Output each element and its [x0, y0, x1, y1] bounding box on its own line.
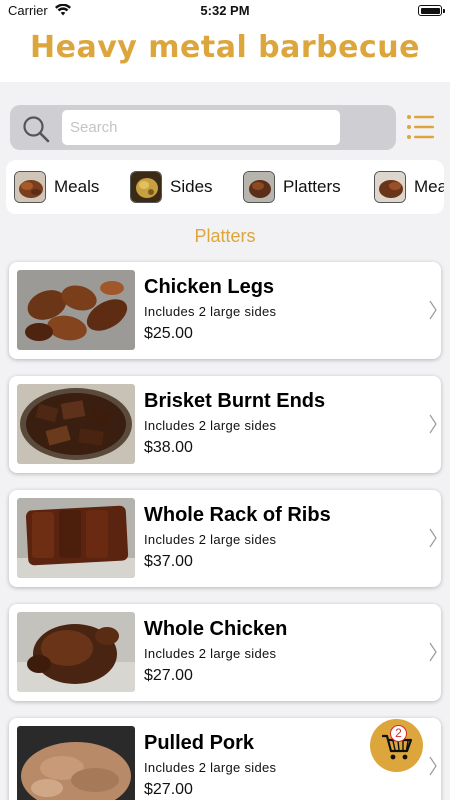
item-price: $27.00 — [144, 781, 193, 798]
menu-item-card[interactable]: Chicken Legs Includes 2 large sides $25.… — [9, 262, 441, 359]
item-photo — [17, 612, 135, 692]
item-photo — [17, 384, 135, 464]
chevron-right-icon — [429, 414, 437, 434]
item-description: Includes 2 large sides — [144, 646, 277, 661]
item-photo — [17, 726, 135, 800]
cart-count-badge: 2 — [390, 725, 407, 742]
chevron-right-icon — [429, 642, 437, 662]
item-description: Includes 2 large sides — [144, 304, 277, 319]
category-platters[interactable]: Platters — [243, 170, 341, 204]
item-name: Brisket Burnt Ends — [144, 390, 326, 412]
menu-item-card[interactable]: Whole Chicken Includes 2 large sides $27… — [9, 604, 441, 701]
category-label: Meals — [414, 177, 444, 196]
chevron-right-icon — [429, 300, 437, 320]
section-title: Platters — [194, 226, 256, 246]
category-thumbnail — [130, 171, 162, 203]
item-description: Includes 2 large sides — [144, 418, 277, 433]
category-thumbnail — [374, 171, 406, 203]
chevron-right-icon — [429, 528, 437, 548]
item-name: Chicken Legs — [144, 276, 275, 298]
item-price: $38.00 — [144, 439, 193, 456]
search-input[interactable] — [62, 110, 340, 145]
item-name: Whole Rack of Ribs — [144, 504, 331, 526]
category-meals[interactable]: Meals — [14, 170, 99, 204]
category-scroller[interactable]: Meals Sides Platters Meals — [6, 160, 444, 214]
category-thumbnail — [243, 171, 275, 203]
list-icon[interactable] — [406, 112, 436, 142]
battery-icon — [418, 5, 445, 16]
search-bar — [10, 105, 396, 150]
item-photo — [17, 498, 135, 578]
item-price: $27.00 — [144, 667, 193, 684]
category-label: Sides — [170, 177, 213, 196]
item-description: Includes 2 large sides — [144, 760, 277, 775]
app-title: Heavy metal barbecue — [30, 30, 420, 65]
item-price: $25.00 — [144, 325, 193, 342]
item-price: $37.00 — [144, 553, 193, 570]
menu-item-card[interactable]: Whole Rack of Ribs Includes 2 large side… — [9, 490, 441, 587]
item-name: Whole Chicken — [144, 618, 288, 640]
category-label: Meals — [54, 177, 100, 196]
chevron-right-icon — [429, 756, 437, 776]
item-description: Includes 2 large sides — [144, 532, 277, 547]
item-name: Pulled Pork — [144, 732, 255, 754]
category-label: Platters — [283, 177, 341, 196]
clock: 5:32 PM — [200, 3, 250, 18]
menu-item-card[interactable]: Brisket Burnt Ends Includes 2 large side… — [9, 376, 441, 473]
header: Heavy metal barbecue — [0, 22, 450, 82]
status-bar: Carrier 5:32 PM — [0, 0, 450, 22]
item-photo — [17, 270, 135, 350]
search-icon[interactable] — [22, 115, 50, 143]
category-sides[interactable]: Sides — [130, 170, 213, 204]
category-thumbnail — [14, 171, 46, 203]
category-meals-2[interactable]: Meals — [374, 170, 444, 204]
cart-button[interactable]: 2 — [370, 719, 423, 772]
